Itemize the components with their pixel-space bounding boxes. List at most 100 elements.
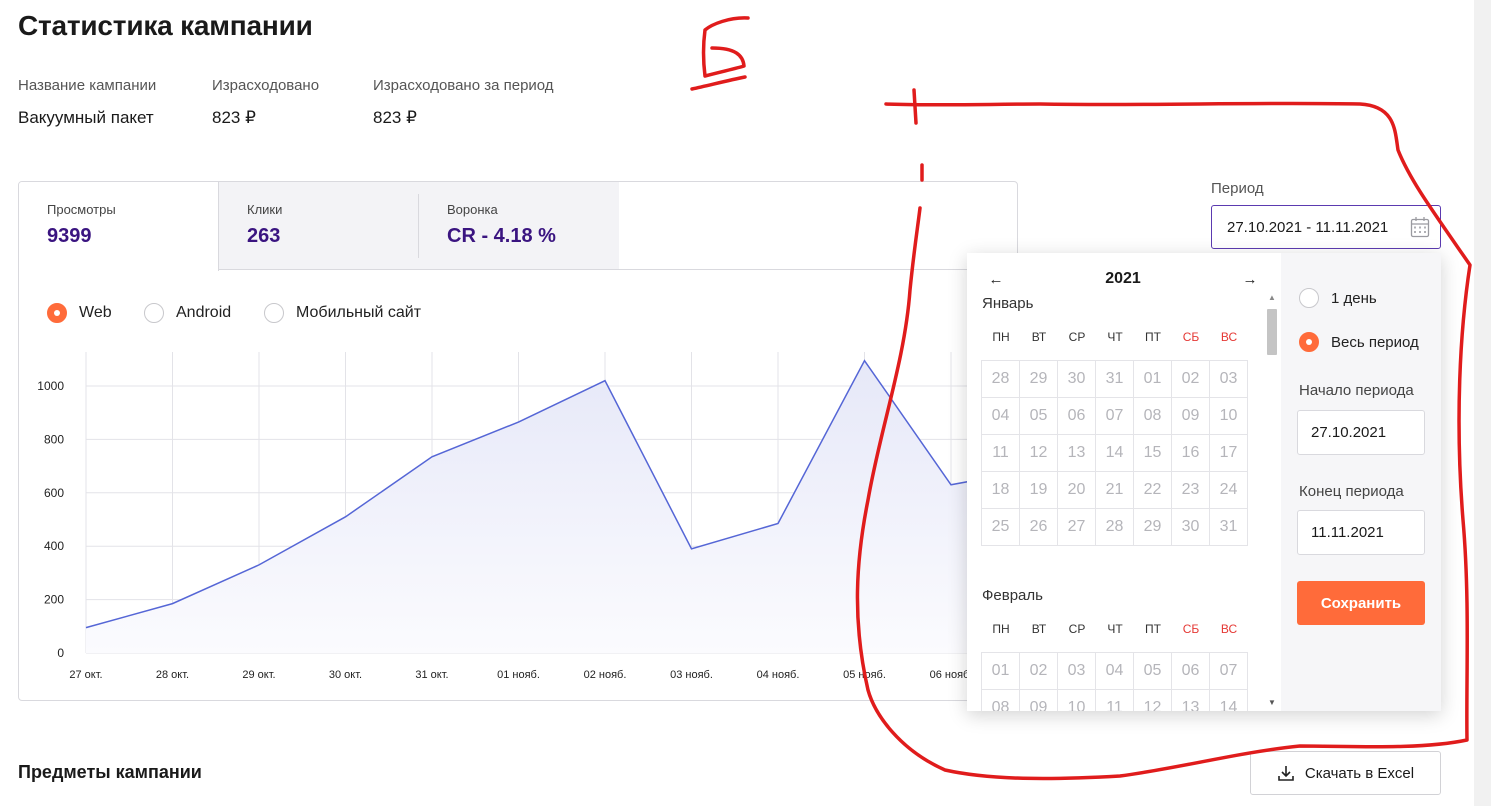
calendar-day[interactable]: 23 — [1171, 471, 1210, 509]
weekday-label: ПТ — [1145, 622, 1161, 636]
calendar-day[interactable]: 15 — [1133, 434, 1172, 472]
calendar-day[interactable]: 08 — [1133, 397, 1172, 435]
spent-block: Израсходовано 823 ₽ — [212, 77, 319, 128]
calendar-day[interactable]: 01 — [981, 652, 1020, 690]
month-grid-february: 01 02 03 04 05 06 07 08 09 10 11 12 13 14 — [981, 652, 1248, 711]
calendar-day[interactable]: 28 — [1095, 508, 1134, 546]
calendar-day[interactable]: 07 — [1209, 652, 1248, 690]
weekday-row: ПН ВТ СР ЧТ ПТ СБ ВС — [982, 330, 1248, 344]
calendar-day[interactable]: 12 — [1019, 434, 1058, 472]
start-date-input[interactable]: 27.10.2021 — [1297, 410, 1425, 455]
area-fill — [86, 360, 1017, 653]
calendar-day[interactable]: 05 — [1019, 397, 1058, 435]
y-tick-label: 200 — [44, 593, 64, 607]
period-input[interactable]: 27.10.2021 - 11.11.2021 — [1211, 205, 1441, 249]
calendar-day[interactable]: 02 — [1171, 360, 1210, 398]
calendar-day[interactable]: 13 — [1171, 689, 1210, 711]
calendar-day[interactable]: 20 — [1057, 471, 1096, 509]
start-date-value: 27.10.2021 — [1311, 424, 1387, 441]
weekday-label: ПН — [992, 330, 1010, 344]
weekday-label: ПТ — [1145, 330, 1161, 344]
month-name-february: Февраль — [982, 587, 1043, 604]
weekday-label: СБ — [1182, 622, 1200, 636]
calendar-day[interactable]: 28 — [981, 360, 1020, 398]
calendar-day[interactable]: 11 — [1095, 689, 1134, 711]
calendar-scrollbar[interactable]: ▲ ▼ — [1265, 291, 1279, 709]
calendar-day[interactable]: 19 — [1019, 471, 1058, 509]
calendar-icon[interactable] — [1410, 216, 1430, 238]
end-date-input[interactable]: 11.11.2021 — [1297, 510, 1425, 555]
x-tick-label: 01 нояб. — [497, 669, 540, 681]
calendar-day[interactable]: 07 — [1095, 397, 1134, 435]
calendar-day[interactable]: 10 — [1209, 397, 1248, 435]
weekday-label: ЧТ — [1107, 330, 1123, 344]
calendar-day[interactable]: 31 — [1209, 508, 1248, 546]
x-tick-label: 28 окт. — [156, 669, 189, 681]
calendar-day[interactable]: 09 — [1171, 397, 1210, 435]
prev-year-arrow-icon[interactable]: ← — [987, 271, 1005, 288]
option-one-day[interactable]: 1 день — [1299, 288, 1377, 308]
calendar-day[interactable]: 22 — [1133, 471, 1172, 509]
items-section-title: Предметы кампании — [18, 762, 202, 782]
download-icon — [1278, 766, 1294, 781]
next-year-arrow-icon[interactable]: → — [1241, 271, 1259, 288]
calendar-day[interactable]: 29 — [1133, 508, 1172, 546]
spent-period-value: 823 ₽ — [373, 108, 417, 127]
period-label: Период — [1211, 180, 1264, 197]
radio-all-period[interactable] — [1299, 332, 1319, 352]
calendar-day[interactable]: 04 — [1095, 652, 1134, 690]
calendar-day[interactable]: 11 — [981, 434, 1020, 472]
calendar-day[interactable]: 25 — [981, 508, 1020, 546]
scroll-down-icon[interactable]: ▼ — [1268, 698, 1276, 707]
save-button[interactable]: Сохранить — [1297, 581, 1425, 625]
x-tick-label: 31 окт. — [415, 669, 448, 681]
calendar-day[interactable]: 14 — [1095, 434, 1134, 472]
calendar-day[interactable]: 18 — [981, 471, 1020, 509]
calendar-day[interactable]: 06 — [1171, 652, 1210, 690]
weekday-label: ПН — [992, 622, 1010, 636]
x-tick-label: 06 нояб. — [930, 669, 973, 681]
scroll-up-icon[interactable]: ▲ — [1268, 293, 1276, 302]
option-all-period-label: Весь период — [1331, 333, 1419, 351]
calendar-day[interactable]: 31 — [1095, 360, 1134, 398]
calendar-day[interactable]: 16 — [1171, 434, 1210, 472]
calendar-day[interactable]: 17 — [1209, 434, 1248, 472]
option-all-period[interactable]: Весь период — [1299, 332, 1419, 352]
calendar-day[interactable]: 30 — [1171, 508, 1210, 546]
x-tick-label: 03 нояб. — [670, 669, 713, 681]
campaign-name-value: Вакуумный пакет — [18, 108, 154, 127]
calendar-day[interactable]: 30 — [1057, 360, 1096, 398]
y-tick-label: 400 — [44, 539, 64, 553]
calendar-scroll-area[interactable]: Январь ПН ВТ СР ЧТ ПТ СБ ВС 28 29 30 31 01 02 03 04 05… — [967, 291, 1265, 711]
views-chart: 0 200 400 600 800 1000 27 окт. 28 окт. 29 окт. 30… — [37, 352, 1017, 681]
calendar-day[interactable]: 26 — [1019, 508, 1058, 546]
calendar-day[interactable]: 14 — [1209, 689, 1248, 711]
spent-period-block: Израсходовано за период 823 ₽ — [373, 77, 554, 128]
calendar-day[interactable]: 12 — [1133, 689, 1172, 711]
campaign-name-block: Название кампании Вакуумный пакет — [18, 77, 156, 128]
calendar-day[interactable]: 05 — [1133, 652, 1172, 690]
scrollbar-thumb[interactable] — [1267, 309, 1277, 355]
download-excel-button[interactable]: Скачать в Excel — [1250, 751, 1441, 795]
calendar-day[interactable]: 06 — [1057, 397, 1096, 435]
calendar-day[interactable]: 03 — [1057, 652, 1096, 690]
page-scrollbar[interactable] — [1474, 0, 1491, 806]
calendar-day[interactable]: 04 — [981, 397, 1020, 435]
calendar-day[interactable]: 29 — [1019, 360, 1058, 398]
month-name-january: Январь — [982, 295, 1034, 312]
calendar-day[interactable]: 08 — [981, 689, 1020, 711]
weekday-label: СР — [1068, 330, 1086, 344]
start-date-label: Начало периода — [1299, 382, 1414, 399]
weekday-label: ВС — [1220, 622, 1238, 636]
calendar-day[interactable]: 09 — [1019, 689, 1058, 711]
calendar-day[interactable]: 01 — [1133, 360, 1172, 398]
calendar-day[interactable]: 21 — [1095, 471, 1134, 509]
radio-one-day[interactable] — [1299, 288, 1319, 308]
weekday-label: ЧТ — [1107, 622, 1123, 636]
calendar-day[interactable]: 13 — [1057, 434, 1096, 472]
calendar-day[interactable]: 02 — [1019, 652, 1058, 690]
calendar-day[interactable]: 03 — [1209, 360, 1248, 398]
calendar-day[interactable]: 27 — [1057, 508, 1096, 546]
calendar-day[interactable]: 10 — [1057, 689, 1096, 711]
calendar-day[interactable]: 24 — [1209, 471, 1248, 509]
